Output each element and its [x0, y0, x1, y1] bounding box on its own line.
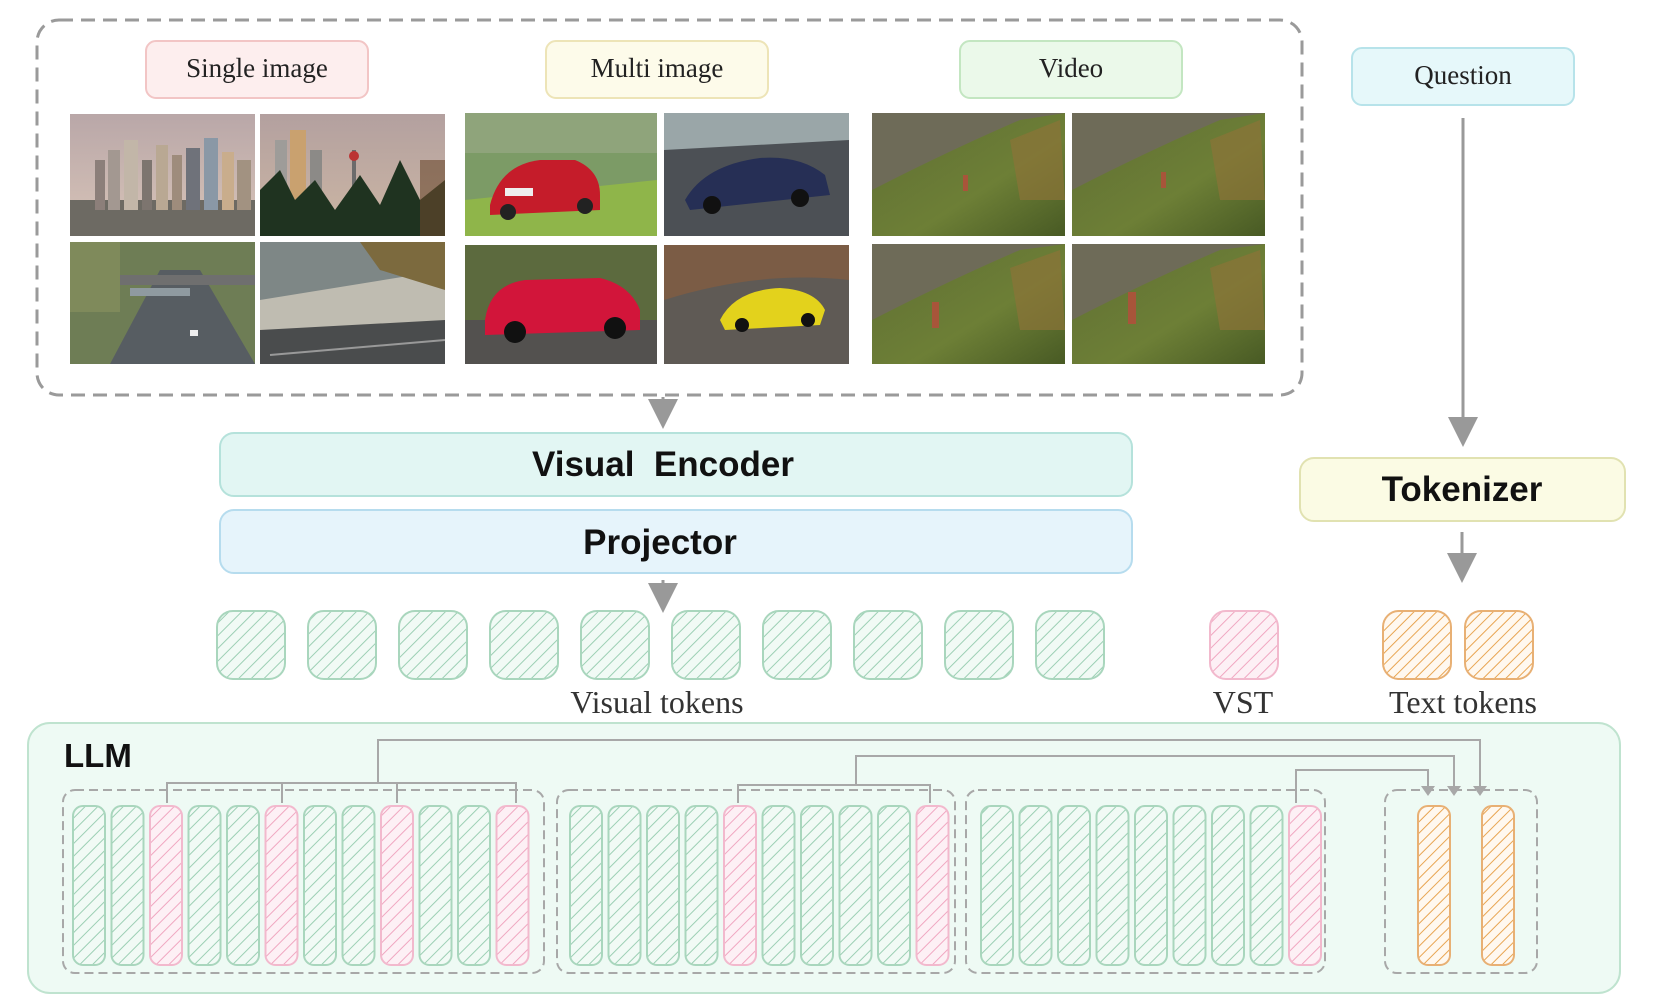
llm-visual-token — [646, 805, 680, 966]
llm-vst-token — [380, 805, 414, 966]
visual-token — [398, 610, 468, 680]
video-frame-4 — [1072, 244, 1265, 364]
llm-visual-token — [341, 805, 376, 966]
yellow-supercar-photo — [664, 245, 849, 364]
llm-visual-token — [187, 805, 222, 966]
red-sedan-photo — [465, 113, 657, 236]
question-box: Question — [1351, 47, 1575, 106]
multi-image-label-box: Multi image — [545, 40, 769, 99]
llm-visual-token — [980, 805, 1014, 966]
video-frame-1 — [872, 113, 1065, 236]
text-tokens-label: Text tokens — [1389, 684, 1537, 720]
llm-text-token — [1481, 805, 1515, 966]
vst-label: VST — [1213, 684, 1274, 720]
llm-text-token — [1417, 805, 1451, 966]
llm-token-bars — [72, 805, 1515, 966]
video-label-box: Video — [959, 40, 1183, 99]
llm-vst-token — [723, 805, 757, 966]
projector-label: Projector — [583, 523, 737, 562]
llm-visual-token — [1172, 805, 1207, 966]
llm-vst-token — [495, 805, 530, 966]
llm-visual-token — [110, 805, 145, 966]
text-token — [1464, 610, 1534, 680]
llm-visual-token — [303, 805, 337, 966]
visual-token — [216, 610, 286, 680]
llm-visual-token — [1057, 805, 1091, 966]
llm-visual-token — [800, 805, 834, 966]
video-frame-3 — [872, 244, 1065, 364]
single-image-label: Single image — [186, 53, 328, 83]
llm-vst-token — [149, 805, 183, 966]
input-panel: Single image Multi image Video — [35, 18, 1304, 397]
visual-token — [853, 610, 923, 680]
projector-block: Projector — [219, 509, 1133, 574]
text-tokens-row — [1382, 610, 1534, 680]
red-suv-photo — [465, 245, 657, 364]
visual-tokens-label: Visual tokens — [570, 684, 743, 720]
video-frame-2 — [1072, 113, 1265, 236]
llm-label: LLM — [64, 737, 132, 774]
city-skyline-trees-photo — [260, 114, 445, 236]
llm-visual-token — [684, 805, 719, 966]
llm-visual-token — [838, 805, 873, 966]
visual-token — [671, 610, 741, 680]
visual-token — [307, 610, 377, 680]
visual-token — [762, 610, 832, 680]
city-skyline-photo — [70, 114, 255, 236]
llm-visual-token — [1134, 805, 1168, 966]
llm-vst-token — [264, 805, 299, 966]
llm-vst-token — [915, 805, 950, 966]
llm-visual-token — [761, 805, 796, 966]
highway-photo — [70, 242, 255, 364]
llm-visual-token — [1249, 805, 1284, 966]
video-label: Video — [1039, 53, 1103, 83]
blue-supercar-photo — [664, 113, 849, 236]
visual-token — [580, 610, 650, 680]
llm-visual-token — [418, 805, 453, 966]
visual-token — [944, 610, 1014, 680]
vst-token — [1209, 610, 1279, 680]
visual-encoder-label: Visual Encoder — [532, 445, 794, 484]
llm-visual-token — [877, 805, 911, 966]
visual-tokens-row — [216, 610, 1105, 680]
visual-token — [489, 610, 559, 680]
llm-visual-token — [569, 805, 603, 966]
visual-encoder-block: Visual Encoder — [219, 432, 1133, 497]
question-label: Question — [1414, 60, 1512, 90]
llm-visual-token — [1211, 805, 1245, 966]
multi-image-label: Multi image — [591, 53, 724, 83]
visual-token — [1035, 610, 1105, 680]
llm-visual-token — [457, 805, 491, 966]
text-token — [1382, 610, 1452, 680]
tokenizer-block: Tokenizer — [1299, 457, 1626, 522]
railway-photo — [260, 242, 446, 364]
llm-visual-token — [607, 805, 642, 966]
llm-block: LLM — [27, 722, 1621, 994]
llm-visual-token — [72, 805, 106, 966]
llm-visual-token — [1018, 805, 1053, 966]
single-image-label-box: Single image — [145, 40, 369, 99]
llm-vst-token — [1288, 805, 1322, 966]
tokenizer-label: Tokenizer — [1382, 470, 1543, 509]
llm-visual-token — [1095, 805, 1130, 966]
llm-visual-token — [226, 805, 260, 966]
